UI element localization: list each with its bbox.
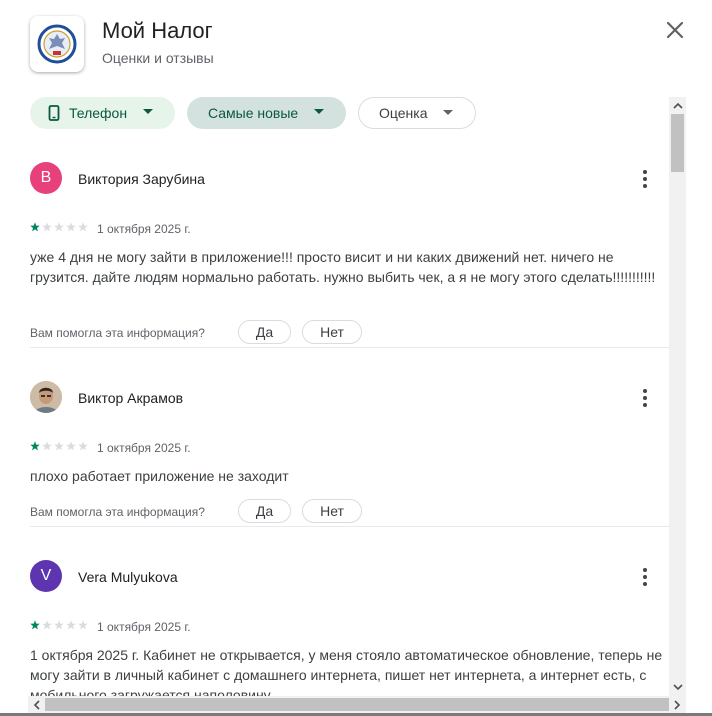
star-filled-icon (30, 441, 40, 451)
sort-filter-label: Самые новые (208, 105, 299, 121)
star-filled-icon (30, 620, 40, 630)
review-text: 1 октября 2025 г. Кабинет не открывается… (30, 647, 663, 696)
avatar (30, 381, 62, 413)
device-filter-label: Телефон (69, 105, 128, 121)
phone-icon (48, 105, 60, 121)
helpful-question: Вам помогла эта информация? (30, 505, 205, 519)
dropdown-arrow-icon (314, 109, 324, 114)
rating-filter-chip[interactable]: Оценка (358, 97, 476, 129)
review-text: плохо работает приложение не заходит (30, 468, 289, 484)
reviewer-name: Виктор Акрамов (78, 390, 184, 406)
star-empty-icon (78, 222, 88, 232)
rating-filter-label: Оценка (379, 105, 428, 121)
horizontal-scrollbar[interactable] (28, 696, 686, 713)
star-filled-icon (30, 222, 40, 232)
chevron-left-icon (33, 699, 40, 710)
star-rating (30, 620, 88, 630)
star-empty-icon (66, 222, 76, 232)
scroll-left-button[interactable] (28, 696, 45, 713)
device-filter-chip[interactable]: Телефон (30, 97, 175, 129)
review-date: 1 октября 2025 г. (97, 222, 191, 236)
star-rating (30, 441, 88, 451)
helpful-yes-button[interactable]: Да (238, 320, 291, 344)
star-empty-icon (42, 222, 52, 232)
review-date: 1 октября 2025 г. (97, 620, 191, 634)
star-empty-icon (78, 620, 88, 630)
star-empty-icon (54, 441, 64, 451)
close-button[interactable] (662, 17, 688, 43)
app-subtitle: Оценки и отзывы (102, 50, 214, 66)
chevron-down-icon (672, 684, 683, 691)
star-empty-icon (78, 441, 88, 451)
more-options-button[interactable] (636, 388, 654, 408)
chevron-right-icon (674, 699, 681, 710)
more-vert-icon (643, 568, 647, 586)
star-empty-icon (42, 441, 52, 451)
review-text: уже 4 дня не могу зайти в приложение!!! … (30, 249, 656, 285)
app-title: Мой Налог (102, 18, 213, 43)
more-options-button[interactable] (636, 567, 654, 587)
user-photo-icon (30, 381, 62, 413)
scroll-down-button[interactable] (669, 679, 686, 696)
star-empty-icon (54, 222, 64, 232)
avatar: В (30, 162, 62, 194)
vertical-scrollbar[interactable] (669, 97, 686, 696)
star-rating (30, 222, 88, 232)
sort-filter-chip[interactable]: Самые новые (187, 97, 346, 129)
star-empty-icon (66, 620, 76, 630)
review-item: Виктор Акрамов 1 октября 2025 г. плохо р… (0, 371, 670, 531)
dropdown-arrow-icon (143, 109, 153, 114)
star-empty-icon (66, 441, 76, 451)
close-icon (666, 21, 684, 39)
star-empty-icon (42, 620, 52, 630)
helpful-yes-button[interactable]: Да (238, 499, 291, 523)
reviewer-name: Vera Mulyukova (78, 569, 178, 585)
more-options-button[interactable] (636, 169, 654, 189)
reviewer-name: Виктория Зарубина (78, 171, 205, 187)
dialog-header: Мой Налог Оценки и отзывы (0, 0, 712, 90)
scroll-up-button[interactable] (669, 97, 686, 114)
more-vert-icon (643, 389, 647, 407)
divider (30, 347, 670, 348)
review-item: В Виктория Зарубина 1 октября 2025 г. уж… (0, 152, 670, 348)
star-empty-icon (54, 620, 64, 630)
helpful-no-button[interactable]: Нет (302, 499, 362, 523)
vertical-scroll-thumb[interactable] (671, 114, 684, 172)
app-icon (30, 16, 84, 72)
avatar: V (30, 560, 62, 592)
review-date: 1 октября 2025 г. (97, 441, 191, 455)
horizontal-scroll-thumb[interactable] (45, 698, 669, 711)
helpful-no-button[interactable]: Нет (302, 320, 362, 344)
fns-emblem-icon (37, 24, 77, 64)
helpful-question: Вам помогла эта информация? (30, 326, 205, 340)
scroll-right-button[interactable] (669, 696, 686, 713)
reviews-list[interactable]: В Виктория Зарубина 1 октября 2025 г. уж… (0, 140, 670, 696)
more-vert-icon (643, 170, 647, 188)
divider (30, 526, 670, 527)
review-item: V Vera Mulyukova 1 октября 2025 г. 1 окт… (0, 550, 670, 696)
chevron-up-icon (672, 102, 683, 109)
dropdown-arrow-icon (443, 110, 453, 115)
